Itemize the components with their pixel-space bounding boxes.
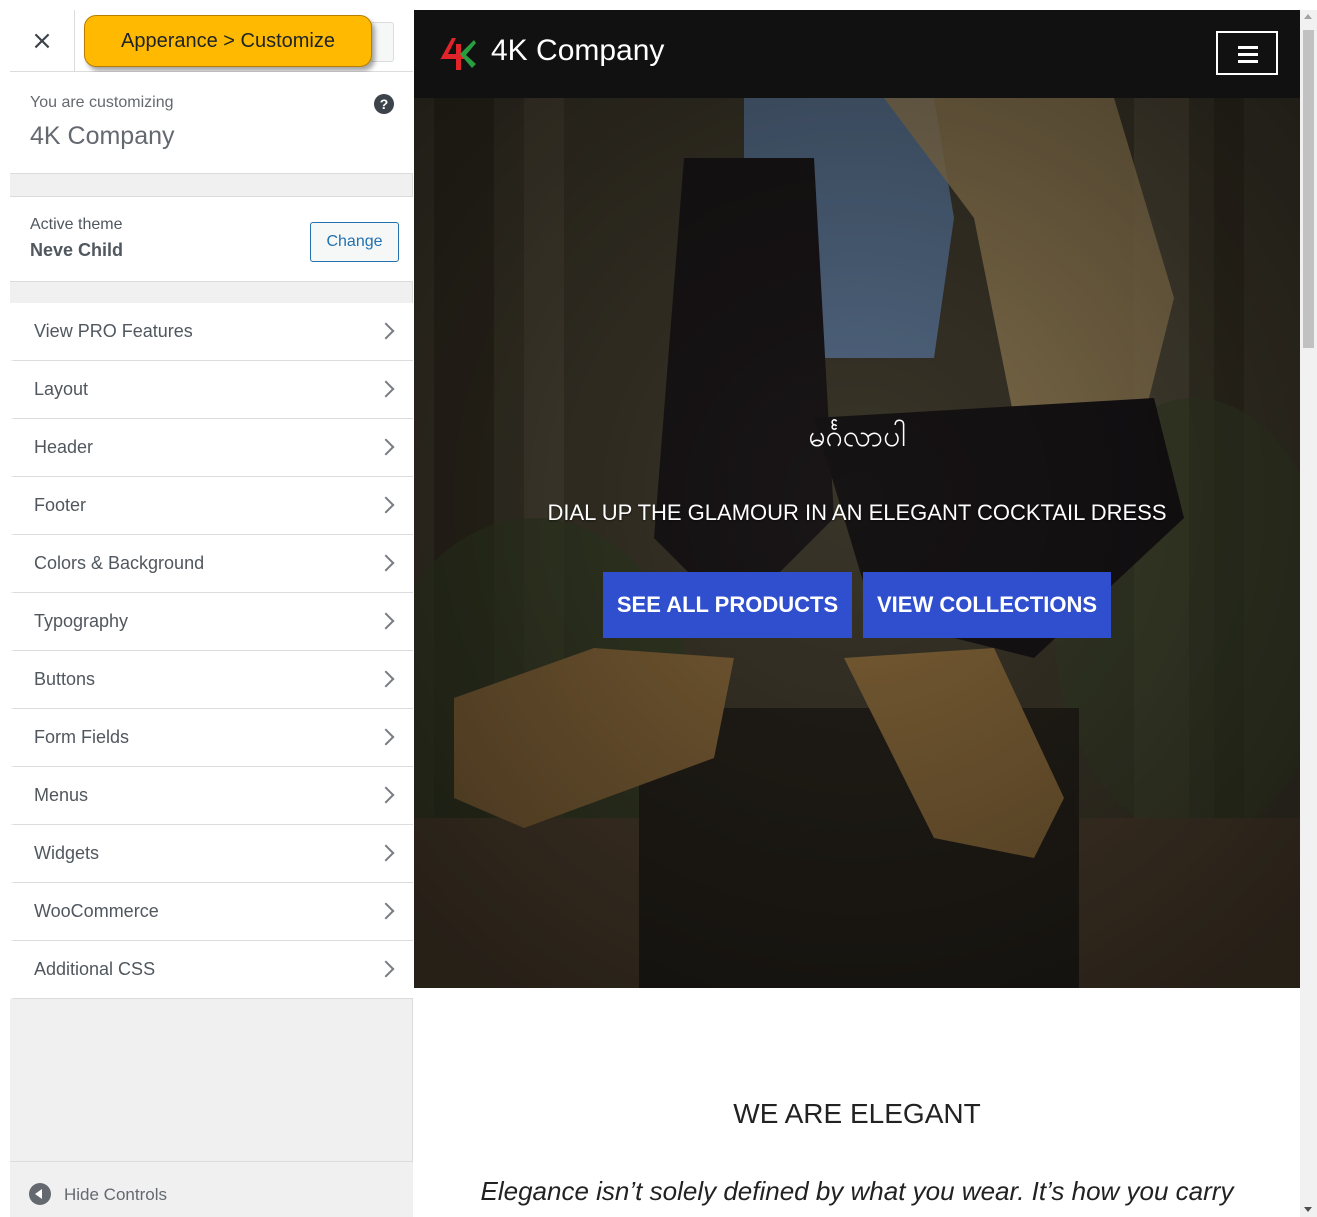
view-collections-button[interactable]: VIEW COLLECTIONS bbox=[863, 572, 1111, 638]
hero-background-image bbox=[414, 98, 1300, 988]
panel-label: Widgets bbox=[34, 843, 100, 863]
chevron-right-icon bbox=[377, 322, 395, 340]
chevron-right-icon bbox=[377, 960, 395, 978]
panel-label: Layout bbox=[34, 379, 89, 399]
panel-view-pro-features[interactable]: View PRO Features bbox=[10, 303, 413, 361]
see-all-products-button[interactable]: SEE ALL PRODUCTS bbox=[603, 572, 852, 638]
chevron-right-icon bbox=[377, 554, 395, 572]
hamburger-icon bbox=[1238, 46, 1258, 49]
chevron-right-icon bbox=[377, 786, 395, 804]
preview-scrollbar[interactable] bbox=[1300, 10, 1317, 1217]
panel-label: Form Fields bbox=[34, 727, 130, 747]
panel-woocommerce[interactable]: WooCommerce bbox=[10, 883, 413, 941]
panel-label: Footer bbox=[34, 495, 87, 515]
site-header: 4K Company bbox=[414, 10, 1300, 98]
chevron-right-icon bbox=[377, 670, 395, 688]
close-icon: × bbox=[31, 25, 53, 56]
section-title: WE ARE ELEGANT bbox=[733, 1098, 981, 1129]
scroll-up-icon[interactable] bbox=[1304, 14, 1312, 19]
customizer-sidebar: × Apperance > Customize You are customiz… bbox=[10, 10, 413, 1217]
panel-label: View PRO Features bbox=[34, 321, 193, 341]
chevron-right-icon bbox=[377, 728, 395, 746]
panel-label: Menus bbox=[34, 785, 89, 805]
site-preview: 4K Company မင်္ဂလာပါ DIAL UP THE GLAMOUR… bbox=[414, 10, 1300, 1217]
customizer-panel-list: View PRO Features Layout Header Footer Color… bbox=[10, 303, 413, 999]
panel-buttons[interactable]: Buttons bbox=[10, 651, 413, 709]
panel-label: Buttons bbox=[34, 669, 96, 689]
panel-layout[interactable]: Layout bbox=[10, 361, 413, 419]
scroll-thumb[interactable] bbox=[1303, 30, 1314, 348]
panel-typography[interactable]: Typography bbox=[10, 593, 413, 651]
panel-menus[interactable]: Menus bbox=[10, 767, 413, 825]
change-theme-button[interactable]: Change bbox=[310, 222, 399, 262]
hero-subtitle: DIAL UP THE GLAMOUR IN AN ELEGANT COCKTA… bbox=[547, 500, 1167, 525]
close-customizer-button[interactable]: × bbox=[10, 10, 75, 71]
chevron-right-icon bbox=[377, 902, 395, 920]
panel-header[interactable]: Header bbox=[10, 419, 413, 477]
active-theme-label: Active theme bbox=[30, 216, 123, 233]
customizing-label: You are customizing bbox=[30, 94, 174, 111]
customizer-footer: Hide Controls bbox=[10, 1161, 413, 1217]
collapse-arrow-icon[interactable] bbox=[29, 1183, 51, 1205]
site-title[interactable]: 4K Company bbox=[491, 34, 664, 68]
menu-toggle-button[interactable] bbox=[1216, 31, 1278, 75]
chevron-right-icon bbox=[377, 438, 395, 456]
customizing-site-name: 4K Company bbox=[30, 122, 175, 150]
panel-widgets[interactable]: Widgets bbox=[10, 825, 413, 883]
hero-section: မင်္ဂလာပါ DIAL UP THE GLAMOUR IN AN ELEG… bbox=[414, 98, 1300, 988]
hide-controls-button[interactable]: Hide Controls bbox=[64, 1185, 167, 1205]
panel-form-fields[interactable]: Form Fields bbox=[10, 709, 413, 767]
chevron-right-icon bbox=[377, 380, 395, 398]
chevron-right-icon bbox=[377, 844, 395, 862]
panel-label: Typography bbox=[34, 611, 129, 631]
customizer-top-bar: × Apperance > Customize bbox=[10, 10, 413, 72]
panel-label: Colors & Background bbox=[34, 553, 205, 573]
scroll-down-icon[interactable] bbox=[1304, 1207, 1312, 1212]
customizing-info: You are customizing 4K Company ? bbox=[10, 72, 413, 174]
active-theme-section: Active theme Neve Child Change bbox=[10, 196, 413, 282]
panel-label: Additional CSS bbox=[34, 959, 156, 979]
panel-footer[interactable]: Footer bbox=[10, 477, 413, 535]
annotation-callout: Apperance > Customize bbox=[84, 15, 372, 67]
panel-additional-css[interactable]: Additional CSS bbox=[10, 941, 413, 999]
active-theme-name: Neve Child bbox=[30, 240, 124, 260]
section-text: Elegance isn’t solely defined by what yo… bbox=[480, 1176, 1234, 1206]
panel-label: WooCommerce bbox=[34, 901, 159, 921]
publish-button[interactable] bbox=[370, 22, 394, 62]
hero-title: မင်္ဂလာပါ bbox=[808, 419, 906, 454]
chevron-right-icon bbox=[377, 612, 395, 630]
panel-label: Header bbox=[34, 437, 94, 457]
panel-colors-background[interactable]: Colors & Background bbox=[10, 535, 413, 593]
chevron-right-icon bbox=[377, 496, 395, 514]
help-icon[interactable]: ? bbox=[374, 94, 394, 114]
logo-icon bbox=[440, 38, 476, 70]
